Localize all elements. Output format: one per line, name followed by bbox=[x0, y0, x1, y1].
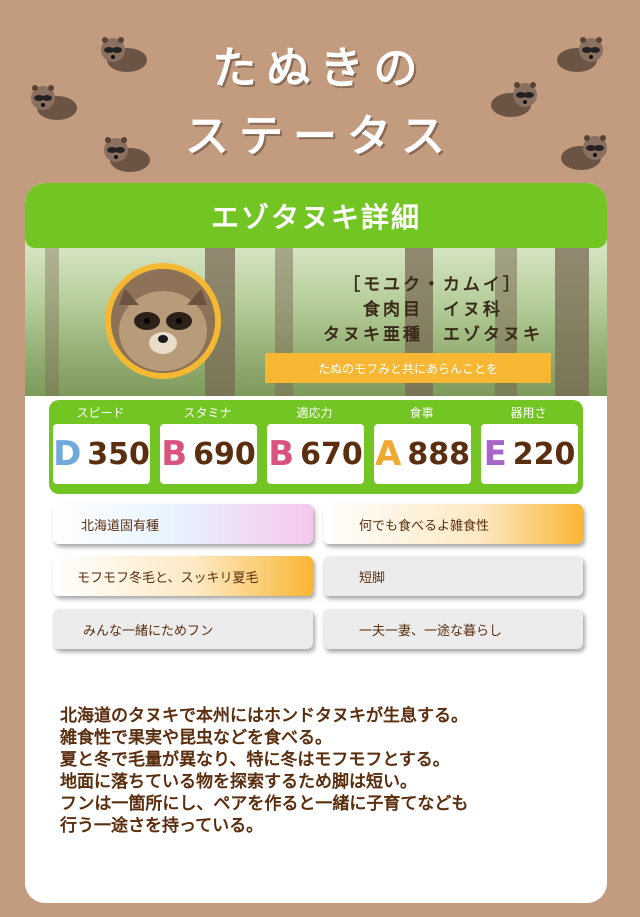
trait-fur: モフモフ冬毛と、スッキリ夏毛 bbox=[53, 556, 313, 596]
trait-latrine: みんな一緒にためフン bbox=[53, 609, 313, 649]
trait-label: 短脚 bbox=[359, 570, 386, 586]
tanuki-illustration-icon bbox=[101, 37, 147, 72]
description-line: フンは一箇所にし、ペアを作ると一緒に子育てなども bbox=[60, 794, 469, 814]
card-heading: エゾタヌキ詳細 bbox=[25, 183, 607, 248]
description: 北海道のタヌキで本州にはホンドタヌキが生息する。 雑食性で果実や昆虫などを食べる… bbox=[60, 705, 600, 837]
stat-adaptability: 適応力 B 670 bbox=[263, 400, 366, 494]
stat-grade: D bbox=[53, 434, 82, 474]
stat-value: 690 bbox=[193, 436, 256, 472]
stat-grade: B bbox=[161, 434, 188, 474]
stat-dexterity: 器用さ E 220 bbox=[477, 400, 580, 494]
stat-speed: スピード D 350 bbox=[49, 400, 152, 494]
status-card: エゾタヌキ詳細 ［モユク・カムイ］ 食肉目 イヌ科 タヌキ亜種 エゾタヌキ たぬ… bbox=[25, 183, 607, 903]
trait-endemic: 北海道固有種 bbox=[53, 504, 313, 544]
ainu-name: ［モユク・カムイ］ bbox=[343, 275, 523, 295]
description-line: 行う一途さを持っている。 bbox=[60, 816, 264, 836]
trait-short-legs: 短脚 bbox=[323, 556, 583, 596]
order-family: 食肉目 イヌ科 bbox=[363, 300, 503, 320]
stat-label: 食事 bbox=[409, 406, 434, 420]
page-title-line-2: ステータス bbox=[185, 111, 455, 162]
description-line: 夏と冬で毛量が異なり、特に冬はモフモフとする。 bbox=[60, 750, 450, 770]
trait-label: 北海道固有種 bbox=[81, 518, 160, 534]
stat-label: 器用さ bbox=[510, 406, 547, 420]
description-line: 北海道のタヌキで本州にはホンドタヌキが生息する。 bbox=[60, 706, 468, 726]
trait-label: みんな一緒にためフン bbox=[83, 623, 214, 639]
trait-label: モフモフ冬毛と、スッキリ夏毛 bbox=[77, 570, 259, 586]
tanuki-illustration-icon bbox=[557, 37, 603, 72]
page-title-line-1: たぬきの bbox=[212, 43, 428, 94]
stat-label: スピード bbox=[76, 406, 125, 420]
trait-monogamy: 一夫一妻、一途な暮らし bbox=[323, 609, 583, 649]
species-name: タヌキ亜種 エゾタヌキ bbox=[323, 325, 543, 345]
trait-label: 一夫一妻、一途な暮らし bbox=[359, 623, 503, 639]
trait-label: 何でも食べるよ雑食性 bbox=[359, 518, 490, 534]
stats-panel: スピード D 350 スタミナ B 690 適応力 B 670 食事 A 888 器用さ… bbox=[49, 400, 583, 494]
description-line: 雑食性で果実や昆虫などを食べる。 bbox=[60, 728, 332, 748]
stat-value: 670 bbox=[300, 436, 363, 472]
stat-diet: 食事 A 888 bbox=[370, 400, 473, 494]
stat-value: 350 bbox=[87, 436, 150, 472]
tanuki-illustration-icon bbox=[491, 82, 537, 117]
stat-grade: A bbox=[375, 434, 402, 474]
stat-stamina: スタミナ B 690 bbox=[156, 400, 259, 494]
stat-grade: E bbox=[483, 434, 507, 474]
stat-label: スタミナ bbox=[183, 406, 232, 420]
stat-label: 適応力 bbox=[296, 406, 333, 420]
stat-grade: B bbox=[268, 434, 295, 474]
motto-banner: たぬのモフみと共にあらんことを bbox=[265, 353, 551, 383]
trait-omnivore: 何でも食べるよ雑食性 bbox=[323, 504, 583, 544]
tanuki-illustration-icon bbox=[104, 137, 150, 172]
tanuki-illustration-icon bbox=[561, 135, 607, 170]
description-line: 地面に落ちている物を探索するため脚は短い。 bbox=[60, 772, 417, 792]
stat-value: 220 bbox=[512, 436, 576, 472]
tanuki-illustration-icon bbox=[31, 85, 77, 120]
tanuki-photo bbox=[105, 263, 221, 379]
stat-value: 888 bbox=[407, 436, 470, 472]
